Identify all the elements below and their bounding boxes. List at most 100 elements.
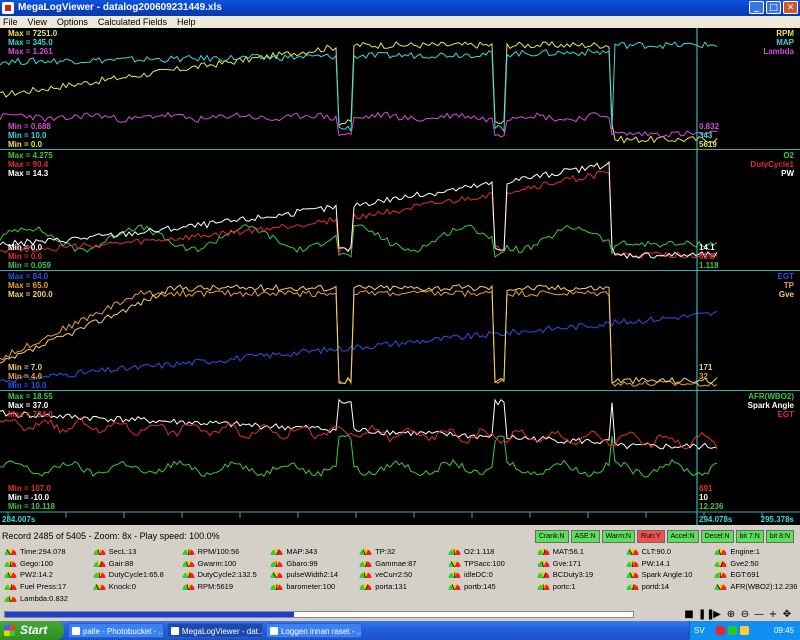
gauge-label: veCurr2:50	[375, 570, 413, 580]
cursor-value: 691	[699, 484, 713, 493]
stop-button[interactable]: ■	[684, 608, 694, 621]
tray-icon-3[interactable]	[740, 626, 749, 635]
gauge-label: SecL:13	[108, 547, 137, 557]
log-plot-area[interactable]: Max = 7251.0Max = 345.0Max = 1.261 Min = …	[0, 28, 800, 525]
gauge-clt[interactable]: CLT:90.0	[622, 546, 711, 558]
gauge-time[interactable]: Time:294.078	[0, 546, 89, 558]
gauge-knock[interactable]: Knock:0	[89, 581, 178, 593]
taskbar-item-loggen[interactable]: Loggen innan raset - ...	[266, 623, 362, 638]
max-label: Max = 734.0	[8, 410, 53, 419]
menu-options[interactable]: Options	[57, 16, 88, 28]
gauge-tpsacc[interactable]: TPSacc:100	[444, 558, 533, 570]
gauge-gbaro[interactable]: Gbaro:99	[266, 558, 355, 570]
taskbar-item-photobucket[interactable]: palle - Photobucket - ...	[68, 623, 164, 638]
gauge-tp[interactable]: TP:32	[355, 546, 444, 558]
flag-warm: Warm:N	[601, 530, 636, 543]
gauge-engine[interactable]: Engine:1	[710, 546, 799, 558]
gauge-spark-angle[interactable]: Spark Angle:10	[622, 569, 711, 581]
language-indicator[interactable]: SV	[694, 621, 705, 640]
gauge-rpm-100[interactable]: RPM/100:56	[178, 546, 267, 558]
gauge-label: Gego:100	[20, 558, 53, 568]
gauge-dial-icon	[93, 572, 106, 579]
gauge-label: barometer:100	[286, 582, 336, 592]
clock: 09:45	[773, 626, 794, 635]
gauge-pulsewidth2[interactable]: pulseWidth2:14	[266, 569, 355, 581]
gauge-o2[interactable]: O2:1.118	[444, 546, 533, 558]
gauge-dial-icon	[4, 595, 17, 602]
taskbar-item-megalogviewer[interactable]: MegaLogViewer - dat...	[167, 623, 263, 638]
menu-view[interactable]: View	[28, 16, 47, 28]
gauge-dial-icon	[359, 584, 372, 591]
pause-button[interactable]: ❚❚	[698, 608, 715, 621]
gauge-label: RPM:5619	[197, 582, 234, 592]
log-scrollbar[interactable]	[4, 611, 634, 618]
close-button[interactable]: ✕	[783, 1, 798, 14]
maximize-button[interactable]: □	[766, 1, 781, 14]
gauge-portb[interactable]: portb:145	[444, 581, 533, 593]
gauge-dial-icon	[714, 560, 727, 567]
scroll-thumb[interactable]	[5, 612, 294, 617]
legend-label: EGT	[778, 410, 795, 419]
menu-help[interactable]: Help	[177, 16, 196, 28]
gauge-dial-icon	[448, 560, 461, 567]
gauge-dial-icon	[448, 549, 461, 556]
gauge-vecurr2[interactable]: veCurr2:50	[355, 569, 444, 581]
gauge-gve2[interactable]: Gve2:50	[710, 558, 799, 570]
legend-label: DutyCycle1	[750, 160, 794, 169]
gauge-fuel-press[interactable]: Fuel Press:17	[0, 581, 89, 593]
expand-button[interactable]: ✥	[782, 608, 792, 621]
min-label: Min = 4.0	[8, 372, 43, 381]
max-label: Max = 4.275	[8, 151, 53, 160]
gauge-label: portc:1	[552, 582, 576, 592]
start-button[interactable]: Start	[0, 621, 64, 640]
menu-calculated-fields[interactable]: Calculated Fields	[98, 16, 167, 28]
gauge-map[interactable]: MAP:343	[266, 546, 355, 558]
min-label: Min = 0.0	[8, 140, 43, 149]
plus-button[interactable]: +	[768, 608, 778, 621]
gauge-gve[interactable]: Gve:171	[533, 558, 622, 570]
gauge-gammae[interactable]: Gammae:87	[355, 558, 444, 570]
menu-bar: File View Options Calculated Fields Help	[0, 16, 800, 28]
menu-file[interactable]: File	[3, 16, 18, 28]
gauge-label: portb:145	[463, 582, 496, 592]
play-button[interactable]: ▶	[712, 608, 722, 621]
gauge-pw2[interactable]: PW2:14.2	[0, 569, 89, 581]
legend-label: EGT	[778, 272, 795, 281]
tray-icon-2[interactable]	[728, 626, 737, 635]
window-title: MegaLogViewer - datalog200609231449.xls	[18, 2, 222, 13]
tray-icon-1[interactable]	[716, 626, 725, 635]
min-label: Min = 7.0	[8, 363, 43, 372]
gauge-lambda[interactable]: Lambda:0.832	[0, 592, 89, 604]
flag-bit-7: bit 7:N	[735, 530, 764, 543]
gauge-mat[interactable]: MAT:56.1	[533, 546, 622, 558]
gauge-barometer[interactable]: barometer:100	[266, 581, 355, 593]
zoom-out-button[interactable]: ⊖	[740, 608, 750, 621]
gauge-label: Gwarm:100	[197, 558, 237, 568]
legend-label: O2	[783, 151, 794, 160]
zoom-in-button[interactable]: ⊕	[726, 608, 736, 621]
gauge-dutycycle2[interactable]: DutyCycle2:132.5	[178, 569, 267, 581]
cursor-value: 0.832	[699, 122, 720, 131]
max-label: Max = 18.55	[8, 392, 53, 401]
gauge-pw[interactable]: PW:14.1	[622, 558, 711, 570]
gauge-rpm[interactable]: RPM:5619	[178, 581, 267, 593]
min-label: Min = 0.0	[8, 243, 43, 252]
gauge-dutycycle1[interactable]: DutyCycle1:65.8	[89, 569, 178, 581]
gauge-secl[interactable]: SecL:13	[89, 546, 178, 558]
max-label: Max = 65.0	[8, 281, 49, 290]
gauge-gwarm[interactable]: Gwarm:100	[178, 558, 267, 570]
minus-button[interactable]: —	[754, 608, 764, 621]
gauge-idledc[interactable]: idleDC:0	[444, 569, 533, 581]
gauge-porta[interactable]: porta:131	[355, 581, 444, 593]
gauge-portc[interactable]: portc:1	[533, 581, 622, 593]
record-info: Record 2485 of 5405 - Zoom: 8x - Play sp…	[2, 531, 220, 541]
gauge-gair[interactable]: Gair:88	[89, 558, 178, 570]
gauge-afr-wbo2-[interactable]: AFR(WBO2):12.236	[710, 581, 799, 593]
minimize-button[interactable]: _	[749, 1, 764, 14]
gauge-portd[interactable]: portd:14	[622, 581, 711, 593]
gauge-egt[interactable]: EGT:691	[710, 569, 799, 581]
gauge-gego[interactable]: Gego:100	[0, 558, 89, 570]
app-icon	[2, 2, 14, 14]
gauge-dial-icon	[626, 572, 639, 579]
gauge-bcduty3[interactable]: BCDuty3:19	[533, 569, 622, 581]
